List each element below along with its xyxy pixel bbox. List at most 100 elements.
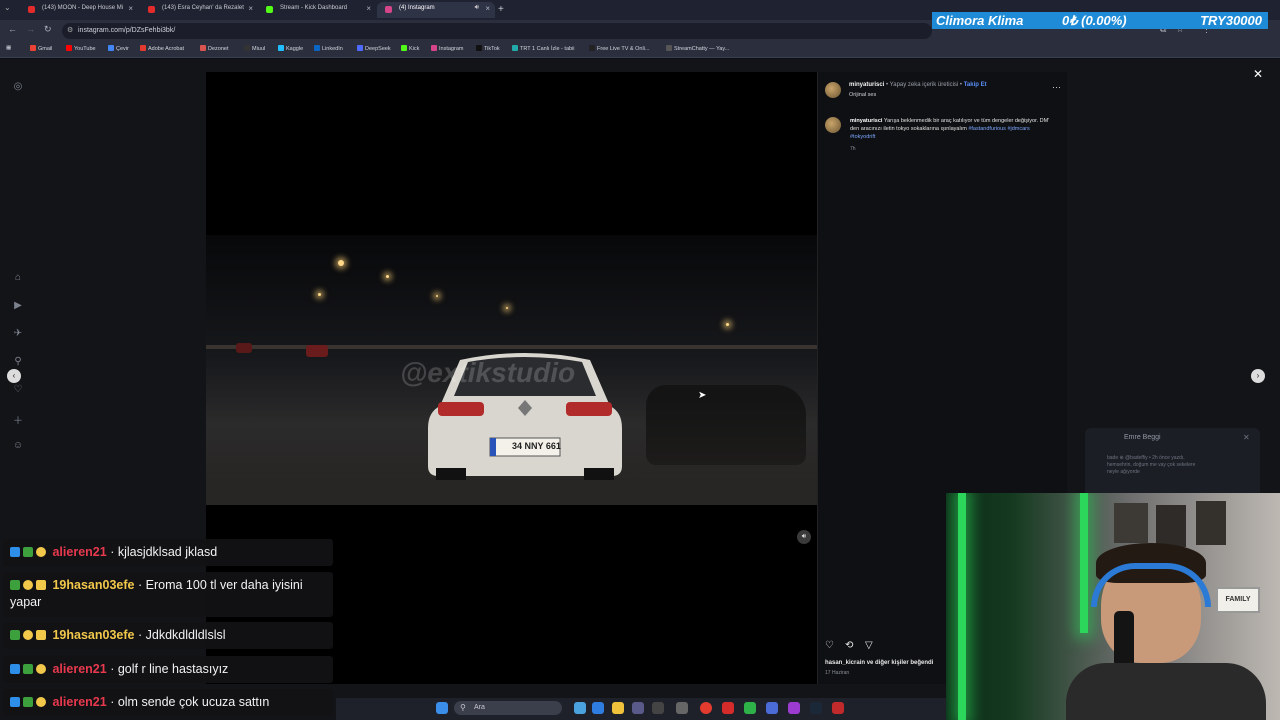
crown-badge-icon (36, 580, 46, 590)
chat-message: alieren21 · olm sende çok ucuza sattın (3, 689, 333, 716)
caption-avatar[interactable] (825, 117, 841, 133)
tab-label: (143) Esra Ceyhan' da Rezalet (162, 5, 244, 11)
next-post-icon[interactable]: › (1251, 369, 1265, 383)
speaker-icon[interactable]: 🔊︎ (475, 4, 479, 12)
close-tab-icon[interactable]: × (366, 4, 371, 13)
chrome-icon[interactable] (700, 702, 712, 714)
bookmarks-bar: ▦ Gmail YouTube Çevir Adobe Acrobat Dezo… (0, 42, 1280, 58)
messages-icon[interactable]: ✈ (12, 328, 24, 340)
mute-button[interactable]: 🔊︎ (797, 530, 811, 544)
close-icon[interactable]: ✕ (1253, 67, 1263, 81)
file-explorer-icon[interactable] (612, 702, 624, 714)
bookmark-dezonet[interactable]: Dezonet (200, 45, 229, 52)
audio-label[interactable]: Orijinal ses (849, 92, 876, 98)
reels-icon[interactable]: ▶ (12, 300, 24, 312)
chat-message: 19hasan03efe · Jdkdkdldldlslsl (3, 622, 333, 649)
previous-post-icon[interactable]: ‹ (7, 369, 21, 383)
bookmark-cevir[interactable]: Çevir (108, 45, 129, 52)
bookmark-kick[interactable]: Kick (401, 45, 419, 52)
chat-username[interactable]: alieren21 (52, 545, 106, 559)
app-icon[interactable] (632, 702, 644, 714)
like-icon[interactable]: ♡ (825, 640, 834, 651)
more-options-icon[interactable]: ··· (1052, 82, 1061, 92)
app-icon[interactable] (676, 702, 688, 714)
gift-badge-icon (36, 664, 46, 674)
tab-instagram[interactable]: (4) Instagram 🔊︎ × (377, 2, 495, 18)
bookmark-acrobat[interactable]: Adobe Acrobat (140, 45, 184, 52)
instagram-icon (385, 6, 392, 13)
bookmark-gmail[interactable]: Gmail (30, 45, 52, 52)
bookmark-trt[interactable]: TRT 1 Canlı İzle - tabii (512, 45, 575, 52)
app-icon[interactable] (788, 702, 800, 714)
bookmark-freelivetv[interactable]: Free Live TV & Onli... (589, 45, 649, 52)
likes-summary[interactable]: hasan_kicrain ve diğer kişiler beğendi (825, 660, 933, 666)
tab-moon[interactable]: (143) MOON - Deep House Mi × (20, 2, 138, 18)
tab-esra[interactable]: (143) Esra Ceyhan' da Rezalet × (140, 2, 258, 18)
close-tab-icon[interactable]: × (485, 4, 490, 13)
steam-icon[interactable] (810, 702, 822, 714)
instagram-logo-icon[interactable]: ◎ (12, 81, 24, 93)
profile-icon[interactable]: ☺ (12, 440, 24, 452)
instagram-sidebar: ◎ ⌂ ▶ ✈ ⚲ ♡ ＋ ☺ (0, 59, 36, 720)
sub-badge-icon (23, 664, 33, 674)
reload-icon[interactable]: ↻ (44, 24, 52, 35)
heart-icon[interactable]: ♡ (12, 384, 24, 396)
apps-icon[interactable]: ▦ (6, 45, 11, 51)
bookmark-youtube[interactable]: YouTube (66, 45, 96, 52)
site-info-icon[interactable]: ⚙ (67, 23, 73, 39)
chat-username[interactable]: 19hasan03efe (52, 578, 134, 592)
tab-search-icon[interactable]: ⌄ (4, 3, 11, 12)
taskbar-search[interactable]: ⚲ Ara (454, 701, 562, 715)
bookmark-instagram[interactable]: Instagram (431, 45, 463, 52)
goal-name: Climora Klima (936, 13, 1024, 28)
forward-icon[interactable]: → (26, 24, 35, 34)
windows-start-icon[interactable] (436, 702, 448, 714)
verified-badge-icon (10, 664, 20, 674)
bookmark-linkedin[interactable]: LinkedIn (314, 45, 343, 52)
caption-time: 7h (850, 146, 856, 152)
home-icon[interactable]: ⌂ (12, 272, 24, 284)
sub-badge-icon (10, 630, 20, 640)
new-tab-button[interactable]: + (498, 4, 504, 15)
popup-close-icon[interactable]: ✕ (1243, 433, 1250, 442)
mouse-cursor-icon: ➤ (698, 390, 707, 401)
app-icon[interactable] (744, 702, 756, 714)
edge-icon[interactable] (592, 702, 604, 714)
tab-kick[interactable]: Stream - Kick Dashboard × (258, 2, 376, 18)
close-tab-icon[interactable]: × (248, 4, 253, 13)
green-led (1080, 493, 1088, 633)
chat-username[interactable]: alieren21 (52, 695, 106, 709)
post-caption: minyaturisci Yarışa beklenmedik bir araç… (850, 117, 1050, 141)
discord-icon[interactable] (766, 702, 778, 714)
repost-icon[interactable]: ⟲ (845, 640, 853, 651)
app-icon[interactable] (832, 702, 844, 714)
tab-label: (4) Instagram (399, 5, 435, 11)
license-plate: 34 NNY 661 (512, 441, 561, 451)
url-text: instagram.com/p/DZsFehbi3bk/ (78, 27, 176, 34)
caption-username[interactable]: minyaturisci (850, 118, 882, 124)
author-avatar[interactable] (825, 82, 841, 98)
donation-goal-bar: Climora Klima 0₺ (0.00%) TRY30000 (932, 12, 1268, 29)
create-icon[interactable]: ＋ (12, 412, 24, 427)
kick-icon (266, 6, 273, 13)
youtube-icon[interactable] (722, 702, 734, 714)
follow-button[interactable]: Takip Et (964, 82, 987, 88)
chat-username[interactable]: alieren21 (52, 662, 106, 676)
gift-badge-icon (23, 630, 33, 640)
share-icon[interactable]: ▽ (865, 640, 873, 651)
author-meta: • Yapay zeka içerik üreticisi • (884, 82, 964, 88)
app-icon[interactable] (652, 702, 664, 714)
bookmark-kaggle[interactable]: Kaggle (278, 45, 303, 52)
bookmark-tiktok[interactable]: TikTok (476, 45, 500, 52)
task-view-icon[interactable] (574, 702, 586, 714)
bookmark-deepseek[interactable]: DeepSeek (357, 45, 391, 52)
bookmark-streamchatty[interactable]: StreamChatty — Yay... (666, 45, 729, 52)
chat-username[interactable]: 19hasan03efe (52, 628, 134, 642)
url-input[interactable]: ⚙ instagram.com/p/DZsFehbi3bk/ (62, 23, 932, 39)
author-username[interactable]: minyaturisci (849, 82, 884, 88)
bookmark-miuul[interactable]: Miuul (244, 45, 265, 52)
search-icon[interactable]: ⚲ (12, 356, 24, 368)
goal-target: TRY30000 (1200, 13, 1262, 28)
back-icon[interactable]: ← (8, 24, 17, 34)
close-tab-icon[interactable]: × (128, 4, 133, 13)
